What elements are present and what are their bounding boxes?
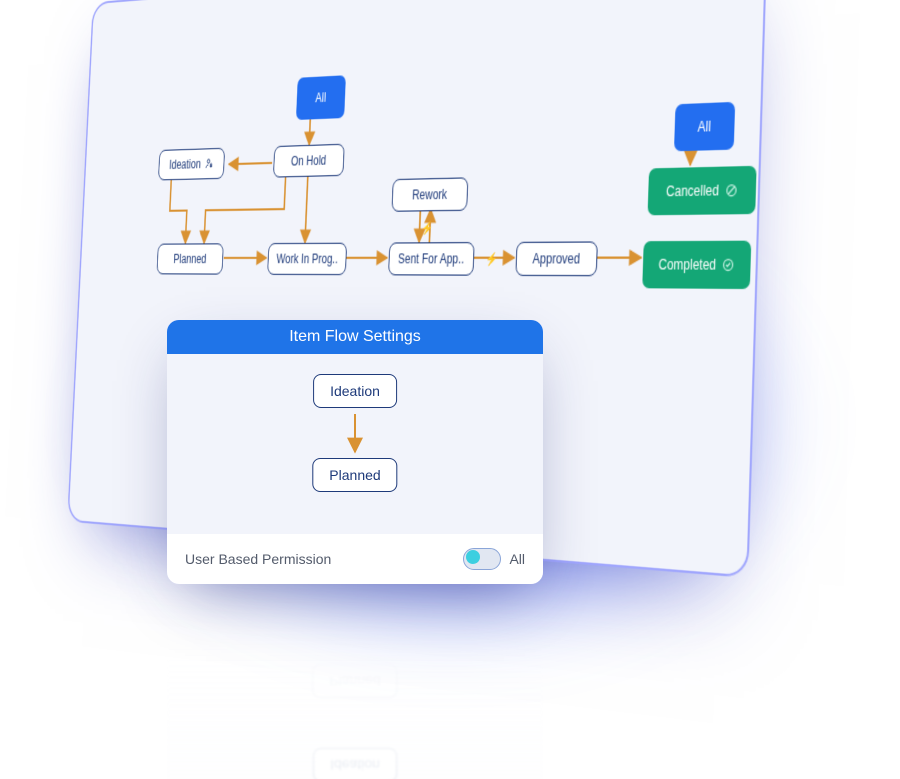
bolt-icon: ⚡ [485,252,498,267]
card-title: Item Flow Settings [167,320,543,354]
node-rework[interactable]: Rework [392,177,469,212]
card-arrow [343,412,367,458]
settings-card: Item Flow Settings Ideation Planned User… [167,320,543,584]
node-cancelled[interactable]: Cancelled [648,166,757,216]
label: Planned [173,252,207,267]
label: On Hold [291,153,327,169]
node-sent-for-approval[interactable]: Sent For App.. [388,242,474,276]
label: Work In Prog.. [276,251,338,266]
node-on-hold[interactable]: On Hold [273,144,345,178]
label: Completed [658,256,716,273]
node-completed[interactable]: Completed [642,241,751,289]
label: Cancelled [666,182,719,200]
permission-toggle[interactable] [463,548,501,570]
label: Ideation [169,157,201,172]
bolt-icon: ⚡ [421,221,433,235]
user-icon [204,157,214,170]
label: Sent For App.. [398,251,465,267]
label: All [697,118,711,135]
permission-label: User Based Permission [185,551,331,567]
label: Rework [412,187,448,203]
node-approved[interactable]: Approved [515,241,598,276]
node-all-2[interactable]: All [674,102,735,152]
label: Ideation [330,383,380,399]
card-node-ideation[interactable]: Ideation [313,374,397,408]
label: Approved [532,251,580,267]
node-all-1[interactable]: All [296,75,346,120]
toggle-label: All [509,551,525,567]
label: Planned [329,467,380,483]
node-ideation[interactable]: Ideation [158,148,225,181]
check-icon [722,258,735,272]
cancel-icon [725,183,738,198]
node-wip[interactable]: Work In Prog.. [267,243,347,275]
node-planned[interactable]: Planned [157,243,224,274]
label: All [315,90,326,105]
card-node-planned[interactable]: Planned [312,458,397,492]
